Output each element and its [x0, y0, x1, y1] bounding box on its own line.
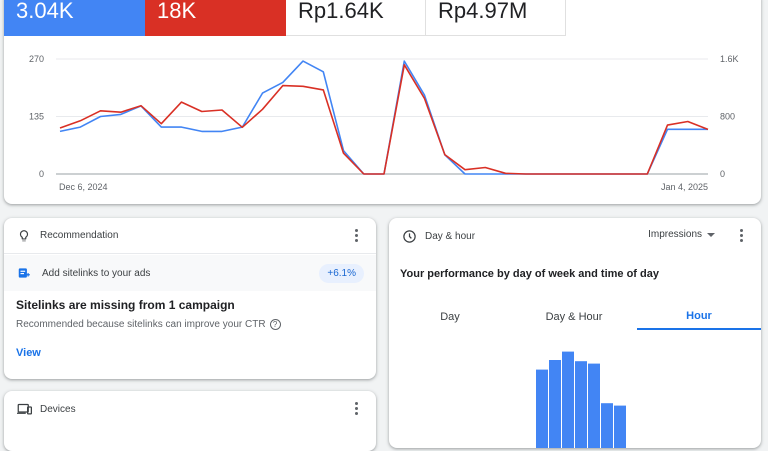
view-link[interactable]: View [16, 347, 41, 359]
devices-title: Devices [40, 403, 76, 415]
y-right-tick-label: 0 [720, 169, 725, 179]
metric-dropdown[interactable]: Impressions [648, 229, 715, 240]
hour-bar[interactable] [614, 405, 626, 448]
tab-day-label: Day [440, 311, 460, 323]
lightbulb-icon [16, 228, 32, 244]
devices-header: Devices [4, 391, 376, 427]
recommendation-reason-row: Recommended because sitelinks can improv… [16, 319, 281, 330]
day-hour-header: Day & hour Impressions [389, 218, 761, 254]
recommendation-heading: Sitelinks are missing from 1 campaign [16, 298, 235, 312]
uplift-badge: +6.1% [319, 264, 364, 283]
recommendation-card: Recommendation Add sitelinks to your ads… [4, 218, 376, 379]
recommendation-reason: Recommended because sitelinks can improv… [16, 319, 266, 330]
hour-bar[interactable] [601, 403, 613, 448]
clock-icon [401, 228, 417, 244]
hour-bar[interactable] [536, 369, 548, 448]
metric-dropdown-value: Impressions [648, 229, 702, 240]
tab-day-hour[interactable]: Day & Hour [511, 304, 637, 330]
day-hour-card: Day & hour Impressions Your performance … [389, 218, 761, 448]
series-line-blue [59, 60, 708, 175]
hour-bar-chart [536, 351, 626, 448]
hour-bar[interactable] [562, 351, 574, 448]
performance-card: 3.04K 18K Rp1.64K Rp4.97M 270 135 0 1.6K 800… [4, 0, 761, 204]
recommendation-item[interactable]: Add sitelinks to your ads +6.1% [4, 255, 376, 291]
day-hour-subtitle: Your performance by day of week and time… [400, 268, 659, 280]
tab-hour[interactable]: Hour [637, 304, 761, 330]
devices-icon [16, 401, 32, 417]
sitelink-icon [16, 265, 32, 281]
day-hour-more-icon[interactable] [739, 229, 743, 243]
tab-hour-label: Hour [686, 310, 712, 322]
recommendation-item-label: Add sitelinks to your ads [42, 267, 151, 279]
recommendation-header: Recommendation [4, 218, 376, 254]
hour-bar[interactable] [549, 360, 561, 448]
hour-bar[interactable] [588, 363, 600, 448]
help-icon[interactable]: ? [269, 319, 281, 330]
recommendation-title: Recommendation [40, 230, 119, 241]
devices-more-icon[interactable] [354, 402, 358, 416]
x-end-label: Jan 4, 2025 [661, 182, 708, 192]
y-left-tick-label: 135 [29, 112, 44, 122]
recommendation-more-icon[interactable] [354, 229, 358, 243]
performance-line-chart: 270 135 0 1.6K 800 0 Dec 6, 2024 Jan 4, 2025 [29, 54, 739, 192]
tab-day[interactable]: Day [389, 304, 511, 330]
hour-bar[interactable] [575, 361, 587, 448]
caret-down-icon [707, 232, 715, 237]
y-right-tick-label: 1.6K [720, 54, 739, 64]
series-line-red [59, 64, 709, 175]
y-right-tick-label: 800 [720, 112, 735, 122]
y-left-tick-label: 0 [39, 169, 44, 179]
devices-card: Devices [4, 391, 376, 451]
day-hour-title: Day & hour [425, 230, 476, 242]
y-left-tick-label: 270 [29, 54, 44, 64]
tab-day-hour-label: Day & Hour [545, 311, 603, 323]
x-start-label: Dec 6, 2024 [59, 182, 108, 192]
